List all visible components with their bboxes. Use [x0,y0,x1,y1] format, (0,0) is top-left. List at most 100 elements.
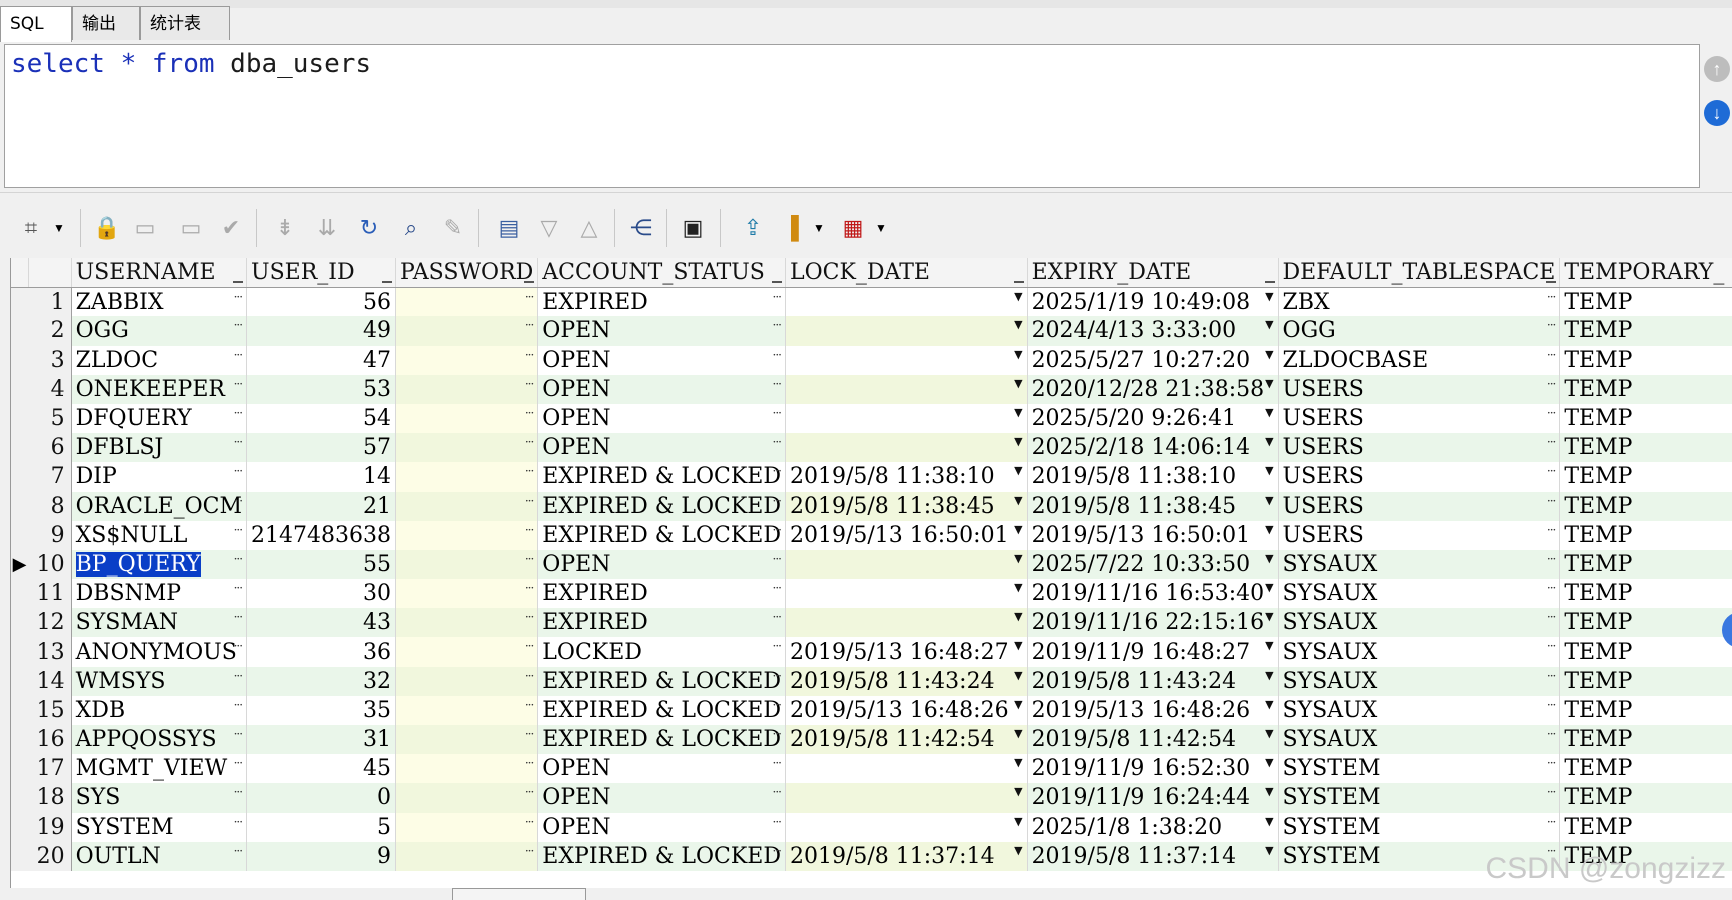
cell-editor-button-icon[interactable]: ··· [525,523,535,537]
table-row[interactable]: ▶ 10 BP_QUERY ··· 55 ··· OPEN ··· ▼ 2025/7/22 10:… [11,549,1732,580]
results-grid[interactable]: USERNAME USER_ID PASSWORD ACCOUNT_STATUS… [10,258,1732,888]
cell-editor-button-icon[interactable]: ··· [525,639,535,653]
cell-dropdown-icon[interactable]: ▼ [1014,377,1022,390]
cell-editor-button-icon[interactable]: ··· [773,844,783,858]
cell-password[interactable]: ··· [395,374,539,404]
find-icon[interactable]: ⌕ [396,213,426,243]
cell-password[interactable]: ··· [395,841,539,871]
cell-lock-date[interactable]: ▼ [785,374,1028,404]
cell-user-id[interactable]: 55 [246,549,397,580]
row-indicator[interactable] [11,374,29,404]
cell-password[interactable]: ··· [395,287,539,317]
table-row[interactable]: 15 XDB ··· 35 ··· EXPIRED & LOCKED ··· 2019/5/1… [11,695,1732,725]
cell-user-id[interactable]: 49 [246,316,397,346]
cell-dropdown-icon[interactable]: ▼ [1265,639,1273,652]
clear-icon[interactable]: ✎ [438,213,468,243]
table-row[interactable]: 3 ZLDOC ··· 47 ··· OPEN ··· ▼ 2025/5/27 10:27:20… [11,345,1732,375]
table-row[interactable]: 7 DIP ··· 14 ··· EXPIRED & LOCKED ··· 2019/5/8 … [11,462,1732,492]
row-indicator[interactable] [11,725,29,755]
table-row[interactable]: 12 SYSMAN ··· 43 ··· EXPIRED ··· ▼ 2019/11/16 22… [11,608,1732,638]
cell-editor-button-icon[interactable]: ··· [234,435,244,449]
cell-dropdown-icon[interactable]: ▼ [1265,348,1273,361]
cell-dropdown-icon[interactable]: ▼ [1014,639,1022,652]
cell-editor-button-icon[interactable]: ··· [1547,815,1557,829]
cell-password[interactable]: ··· [395,608,539,638]
cell-dropdown-icon[interactable]: ▼ [1265,610,1273,623]
cell-username[interactable]: SYS ··· [71,783,248,813]
cell-user-id[interactable]: 53 [246,374,397,404]
cell-temporary-tablespace[interactable]: TEMP [1559,695,1732,725]
cell-password[interactable]: ··· [395,783,539,813]
cell-editor-button-icon[interactable]: ··· [234,815,244,829]
cell-lock-date[interactable]: 2019/5/8 11:43:24 ▼ [785,666,1028,696]
table-row[interactable]: 13 ANONYMOUS ··· 36 ··· LOCKED ··· 2019/5/13 16… [11,637,1732,667]
cell-temporary-tablespace[interactable]: TEMP [1559,287,1732,317]
cell-editor-button-icon[interactable]: ··· [234,464,244,478]
cell-account-status[interactable]: EXPIRED & LOCKED ··· [537,462,786,492]
cell-username[interactable]: OGG ··· [71,316,248,346]
row-indicator[interactable] [11,637,29,667]
refresh-icon[interactable]: ↻ [354,213,384,243]
row-indicator[interactable] [11,520,29,550]
cell-username[interactable]: ZLDOC ··· [71,345,248,375]
row-indicator[interactable] [11,666,29,696]
cell-dropdown-icon[interactable]: ▼ [1014,581,1022,594]
cell-temporary-tablespace[interactable]: TEMP [1559,549,1732,580]
cell-expiry-date[interactable]: 2019/11/16 16:53:40 ▼ [1027,579,1279,609]
cell-editor-button-icon[interactable]: ··· [525,552,535,566]
cell-temporary-tablespace[interactable]: TEMP [1559,608,1732,638]
cell-editor-button-icon[interactable]: ··· [234,494,244,508]
row-number[interactable]: 20 [28,841,72,871]
chart-icon[interactable]: ▐ [776,213,806,243]
cell-username[interactable]: ONEKEEPER ··· [71,374,248,404]
cell-dropdown-icon[interactable]: ▼ [1014,435,1022,448]
cell-editor-button-icon[interactable]: ··· [234,639,244,653]
row-indicator[interactable] [11,579,29,609]
cell-editor-button-icon[interactable]: ··· [525,377,535,391]
cell-editor-button-icon[interactable]: ··· [525,698,535,712]
cell-editor-button-icon[interactable]: ··· [234,523,244,537]
cell-dropdown-icon[interactable]: ▼ [1265,406,1273,419]
table-view-icon[interactable]: ▦ [838,213,868,243]
cell-dropdown-icon[interactable]: ▼ [1265,464,1273,477]
cell-dropdown-icon[interactable]: ▼ [1014,756,1022,769]
cell-dropdown-icon[interactable]: ▼ [1014,610,1022,623]
cell-user-id[interactable]: 31 [246,725,397,755]
cell-temporary-tablespace[interactable]: TEMP [1559,374,1732,404]
column-header-username[interactable]: USERNAME [71,258,248,288]
column-header-temporary[interactable]: TEMPORARY_ [1559,258,1732,288]
cell-dropdown-icon[interactable]: ▼ [1265,377,1273,390]
cell-account-status[interactable]: EXPIRED ··· [537,608,786,638]
cell-account-status[interactable]: OPEN ··· [537,374,786,404]
single-record-view-icon[interactable]: ▤ [494,213,524,243]
row-indicator[interactable] [11,491,29,521]
scroll-up-icon[interactable]: ↑ [1704,56,1730,82]
cell-default-tablespace[interactable]: SYSAUX ··· [1278,725,1561,755]
cell-expiry-date[interactable]: 2019/5/8 11:38:10 ▼ [1027,462,1279,492]
cell-account-status[interactable]: EXPIRED ··· [537,287,786,317]
cell-lock-date[interactable]: ▼ [785,812,1028,842]
cell-default-tablespace[interactable]: SYSAUX ··· [1278,579,1561,609]
cell-username[interactable]: MGMT_VIEW ··· [71,754,248,784]
cell-password[interactable]: ··· [395,725,539,755]
cell-editor-button-icon[interactable]: ··· [234,610,244,624]
table-row[interactable]: 8 ORACLE_OCM ··· 21 ··· EXPIRED & LOCKED ··· 20… [11,491,1732,521]
cell-dropdown-icon[interactable]: ▼ [1014,698,1022,711]
cell-lock-date[interactable]: ▼ [785,316,1028,346]
cell-expiry-date[interactable]: 2019/5/13 16:50:01 ▼ [1027,520,1279,550]
cell-temporary-tablespace[interactable]: TEMP [1559,316,1732,346]
cell-editor-button-icon[interactable]: ··· [773,669,783,683]
cell-user-id[interactable]: 0 [246,783,397,813]
cell-default-tablespace[interactable]: SYSAUX ··· [1278,666,1561,696]
tab-statistics[interactable]: 统计表 [140,6,230,40]
row-indicator[interactable] [11,462,29,492]
cell-dropdown-icon[interactable]: ▼ [1265,581,1273,594]
cell-account-status[interactable]: OPEN ··· [537,549,786,580]
cell-dropdown-icon[interactable]: ▼ [1014,290,1022,303]
row-indicator[interactable] [11,345,29,375]
row-number[interactable]: 9 [28,520,72,550]
row-number[interactable]: 18 [28,783,72,813]
cell-password[interactable]: ··· [395,433,539,463]
cell-dropdown-icon[interactable]: ▼ [1265,552,1273,565]
cell-username[interactable]: SYSMAN ··· [71,608,248,638]
